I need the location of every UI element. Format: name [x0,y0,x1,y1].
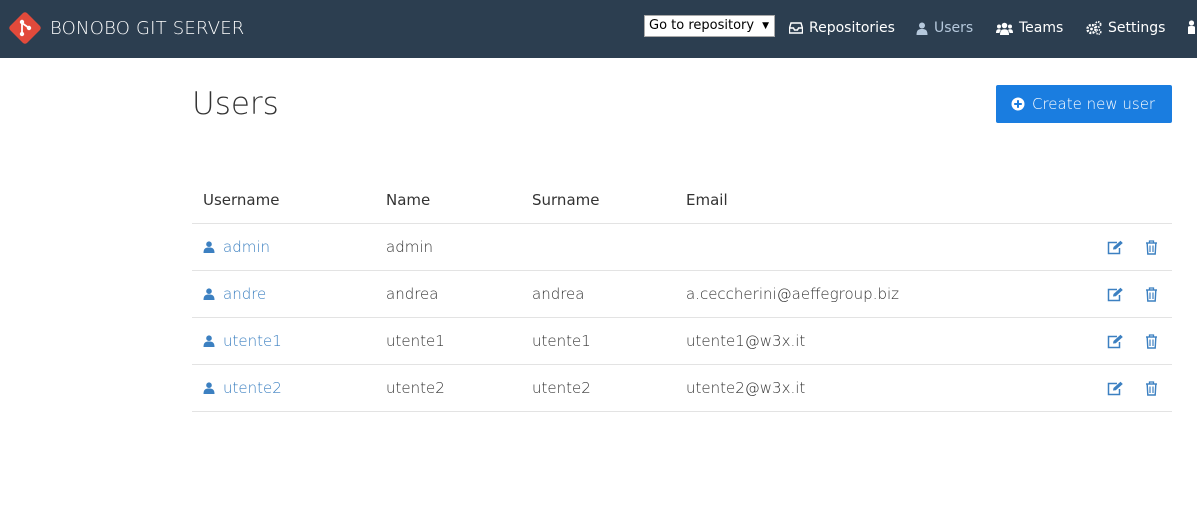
user-icon [203,382,215,394]
nav-repositories[interactable]: Repositories [789,18,895,38]
username-link[interactable]: utente1 [203,332,282,350]
plus-circle-icon [1011,97,1025,111]
header-name[interactable]: Name [386,176,430,223]
users-table: Username Name Surname Email admin admin [192,176,1172,412]
create-new-user-label: Create new user [1032,95,1156,113]
select-caret-icon: ▼ [762,21,769,31]
edit-icon[interactable] [1107,381,1124,396]
username-link[interactable]: admin [203,238,270,256]
brand-title: BONOBO GIT SERVER [50,17,245,39]
username-link[interactable]: andre [203,285,266,303]
trash-icon[interactable] [1145,380,1158,396]
account-icon[interactable] [1186,20,1197,34]
header-surname[interactable]: Surname [532,176,599,223]
edit-icon[interactable] [1107,240,1124,255]
trash-icon[interactable] [1145,286,1158,302]
surname-cell: utente1 [532,332,591,350]
create-new-user-button[interactable]: Create new user [996,85,1172,123]
table-row: utente1 utente1 utente1 utente1@w3x.it [192,318,1172,365]
edit-icon[interactable] [1107,287,1124,302]
surname-cell: andrea [532,285,585,303]
user-icon [203,288,215,300]
email-cell: utente1@w3x.it [686,332,806,350]
table-row: andre andrea andrea a.ceccherini@aeffegr… [192,271,1172,318]
nav-users[interactable]: Users [916,18,973,38]
user-icon [916,22,928,35]
nav-settings[interactable]: Settings [1086,18,1165,38]
username-text: utente2 [223,379,282,397]
go-to-repository-select[interactable]: Go to repository ▼ [644,15,775,37]
gears-icon [1086,21,1102,35]
trash-icon[interactable] [1145,333,1158,349]
trash-icon[interactable] [1145,239,1158,255]
username-link[interactable]: utente2 [203,379,282,397]
header-email[interactable]: Email [686,176,728,223]
username-text: admin [223,238,270,256]
nav-settings-label: Settings [1108,20,1166,36]
name-cell: admin [386,238,433,256]
brand-link[interactable]: BONOBO GIT SERVER [8,10,245,46]
name-cell: utente1 [386,332,445,350]
inbox-icon [789,22,803,34]
email-cell: a.ceccherini@aeffegroup.biz [686,285,900,303]
top-navbar: BONOBO GIT SERVER Go to repository ▼ Rep… [0,0,1197,58]
git-logo-icon [9,12,41,44]
name-cell: utente2 [386,379,445,397]
repo-select-value: Go to repository [649,18,755,33]
username-text: utente1 [223,332,282,350]
table-header: Username Name Surname Email [192,176,1172,224]
page-title: Users [192,86,279,122]
table-row: utente2 utente2 utente2 utente2@w3x.it [192,365,1172,412]
table-row: admin admin [192,224,1172,271]
header-username[interactable]: Username [203,176,279,223]
users-icon [996,22,1013,35]
nav-teams-label: Teams [1019,20,1064,36]
nav-teams[interactable]: Teams [996,18,1063,38]
nav-users-label: Users [934,20,974,36]
user-icon [203,241,215,253]
username-text: andre [223,285,267,303]
edit-icon[interactable] [1107,334,1124,349]
surname-cell: utente2 [532,379,591,397]
user-icon [203,335,215,347]
name-cell: andrea [386,285,439,303]
email-cell: utente2@w3x.it [686,379,806,397]
nav-repositories-label: Repositories [809,20,895,36]
